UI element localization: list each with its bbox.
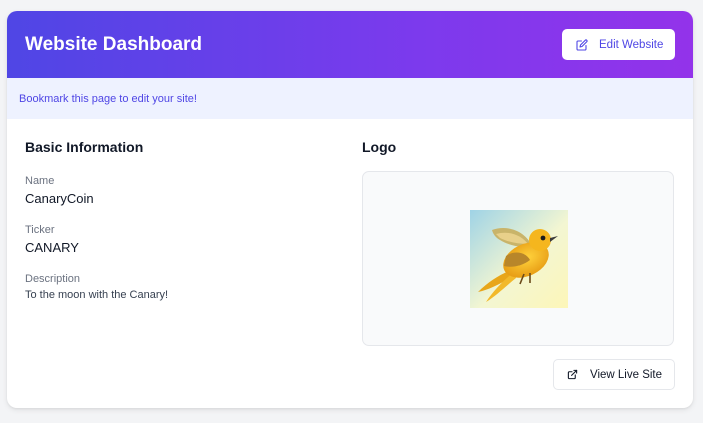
- ticker-value: CANARY: [25, 240, 79, 255]
- edit-website-label: Edit Website: [599, 38, 664, 51]
- description-label: Description: [25, 273, 81, 285]
- edit-website-button[interactable]: Edit Website: [562, 29, 675, 60]
- name-value: CanaryCoin: [25, 191, 94, 206]
- logo-heading: Logo: [362, 139, 397, 155]
- notice-text: Bookmark this page to edit your site!: [19, 93, 197, 105]
- name-label: Name: [25, 175, 55, 187]
- dashboard-card: Website Dashboard Edit Website Bookmark …: [7, 11, 693, 408]
- bookmark-notice: Bookmark this page to edit your site!: [7, 78, 693, 119]
- basic-information-heading: Basic Information: [25, 139, 144, 155]
- description-value: To the moon with the Canary!: [25, 289, 169, 301]
- canary-bird-logo: [470, 210, 568, 308]
- header-bar: Website Dashboard Edit Website: [7, 11, 693, 78]
- logo-preview-box: [362, 171, 674, 346]
- page-title: Website Dashboard: [25, 34, 203, 55]
- edit-icon: [576, 38, 588, 51]
- ticker-label: Ticker: [25, 224, 55, 236]
- view-live-site-button[interactable]: View Live Site: [553, 359, 675, 390]
- view-live-site-label: View Live Site: [590, 368, 663, 381]
- external-link-icon: [567, 369, 578, 380]
